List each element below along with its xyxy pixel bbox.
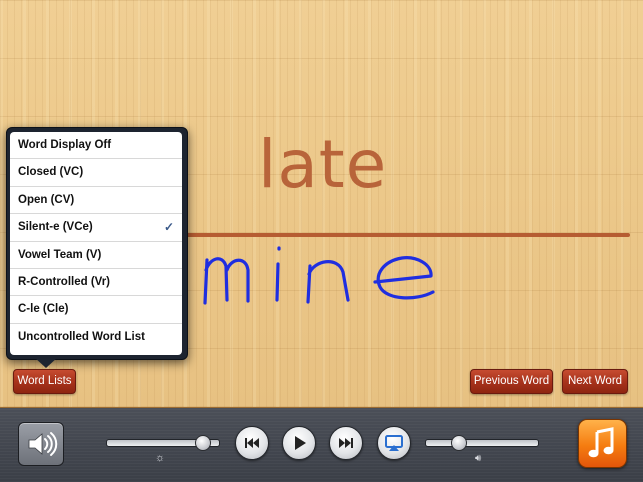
checkmark-icon: ✓	[163, 220, 174, 235]
menu-item-label: Vowel Team (V)	[18, 248, 102, 261]
popover-arrow	[34, 357, 58, 368]
writing-line	[186, 233, 630, 237]
menu-item-closed[interactable]: Closed (VC)	[10, 159, 182, 187]
sun-icon: ☼	[155, 452, 166, 464]
menu-item-silent-e[interactable]: Silent-e (VCe) ✓	[10, 214, 182, 242]
music-button[interactable]	[578, 419, 627, 468]
stroke-m	[203, 257, 250, 305]
rewind-icon	[245, 438, 259, 448]
play-icon	[295, 436, 306, 450]
menu-item-r-controlled[interactable]: R-Controlled (Vr)	[10, 269, 182, 297]
volume-icon: 🔊︎	[475, 453, 482, 464]
next-word-button[interactable]: Next Word	[562, 369, 628, 394]
menu-item-word-display-off[interactable]: Word Display Off	[10, 132, 182, 160]
stroke-e	[373, 256, 435, 300]
menu-item-label: R-Controlled (Vr)	[18, 275, 110, 288]
word-list-popover: Word Display Off Closed (VC) Open (CV) S…	[6, 127, 188, 360]
fast-forward-icon	[339, 438, 353, 448]
menu-item-label: Open (CV)	[18, 193, 75, 206]
speaker-button[interactable]	[18, 422, 64, 466]
menu-item-label: Uncontrolled Word List	[18, 330, 145, 343]
word-lists-button[interactable]: Word Lists	[13, 369, 76, 394]
handwriting-canvas[interactable]: mine	[200, 240, 450, 315]
volume-slider-knob[interactable]	[450, 435, 467, 451]
stroke-i	[275, 246, 281, 302]
play-button[interactable]	[282, 426, 316, 460]
menu-item-uncontrolled[interactable]: Uncontrolled Word List	[10, 324, 182, 351]
rewind-button[interactable]	[235, 426, 269, 460]
control-bar	[0, 408, 643, 482]
airplay-icon	[385, 435, 403, 451]
volume-slider[interactable]	[425, 439, 539, 447]
menu-item-label: Word Display Off	[18, 139, 112, 151]
music-note-icon	[588, 427, 614, 458]
menu-item-label: Silent-e (VCe)	[18, 221, 93, 234]
word-list-menu: Word Display Off Closed (VC) Open (CV) S…	[10, 132, 182, 355]
menu-item-vowel-team[interactable]: Vowel Team (V)	[10, 242, 182, 269]
airplay-button[interactable]	[377, 426, 411, 460]
prompt-word: late	[258, 126, 388, 203]
word-board: late mine Word Display Off Closed (VC) O…	[0, 0, 643, 408]
stroke-n	[306, 260, 350, 304]
fast-forward-button[interactable]	[329, 426, 363, 460]
previous-word-button[interactable]: Previous Word	[470, 369, 553, 394]
menu-item-label: C-le (Cle)	[18, 303, 69, 316]
menu-item-open[interactable]: Open (CV)	[10, 187, 182, 215]
menu-item-label: Closed (VC)	[18, 166, 84, 179]
speaker-icon	[28, 432, 58, 456]
menu-item-c-le[interactable]: C-le (Cle)	[10, 296, 182, 324]
